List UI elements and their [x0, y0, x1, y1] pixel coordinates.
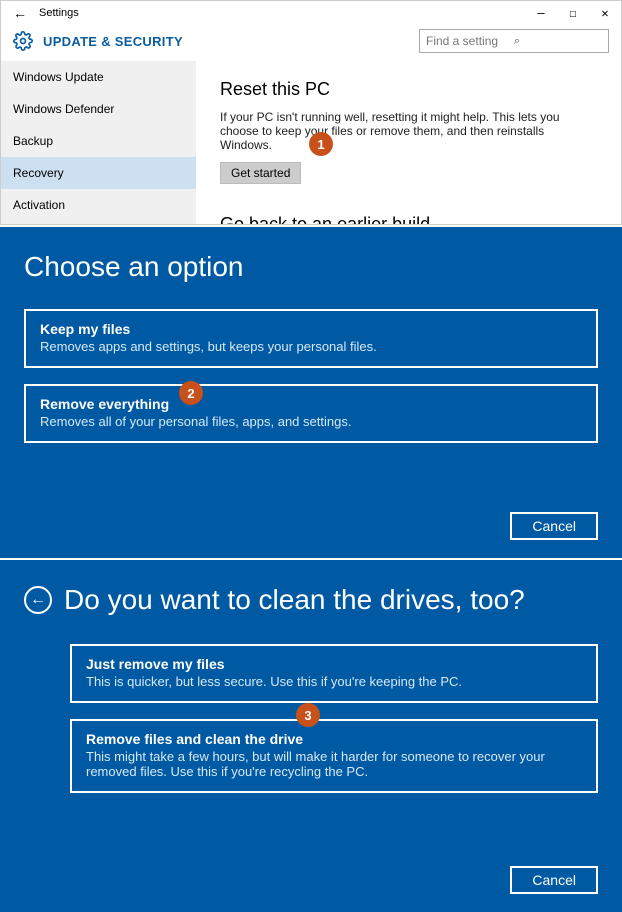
- titlebar: ← Settings — ☐ ✕: [1, 1, 621, 25]
- search-placeholder: Find a setting: [426, 34, 514, 48]
- option-remove-files-clean-drive[interactable]: Remove files and clean the drive This mi…: [70, 719, 598, 793]
- annotation-badge-3: 3: [296, 703, 320, 727]
- sidebar-item-windows-update[interactable]: Windows Update: [1, 61, 196, 93]
- cancel-button[interactable]: Cancel: [510, 866, 598, 894]
- reset-body: If your PC isn't running well, resetting…: [220, 110, 570, 152]
- choose-option-panel: Choose an option Keep my files Removes a…: [0, 225, 622, 558]
- option-title: Remove files and clean the drive: [86, 731, 582, 747]
- maximize-icon[interactable]: ☐: [557, 6, 589, 20]
- option-desc: Removes all of your personal files, apps…: [40, 414, 582, 429]
- annotation-badge-2: 2: [179, 381, 203, 405]
- option-just-remove-files[interactable]: Just remove my files This is quicker, bu…: [70, 644, 598, 703]
- search-icon: ⌕: [514, 35, 602, 48]
- gear-icon: [13, 31, 33, 51]
- back-circle-icon[interactable]: ←: [24, 586, 52, 614]
- goback-heading: Go back to an earlier build: [220, 214, 597, 224]
- cancel-button[interactable]: Cancel: [510, 512, 598, 540]
- option-desc: This is quicker, but less secure. Use th…: [86, 674, 582, 689]
- option-title: Remove everything: [40, 396, 582, 412]
- sidebar: Windows Update Windows Defender Backup R…: [1, 61, 196, 224]
- sidebar-item-backup[interactable]: Backup: [1, 125, 196, 157]
- main-pane: Reset this PC If your PC isn't running w…: [196, 61, 621, 224]
- window-title: Settings: [39, 7, 525, 19]
- sidebar-item-activation[interactable]: Activation: [1, 189, 196, 221]
- close-icon[interactable]: ✕: [589, 6, 621, 20]
- sidebar-item-recovery[interactable]: Recovery: [1, 157, 196, 189]
- header-row: UPDATE & SECURITY Find a setting ⌕: [1, 25, 621, 61]
- search-input[interactable]: Find a setting ⌕: [419, 29, 609, 53]
- option-remove-everything[interactable]: Remove everything Removes all of your pe…: [24, 384, 598, 443]
- settings-window: ← Settings — ☐ ✕ UPDATE & SECURITY Find …: [0, 0, 622, 225]
- choose-option-heading: Choose an option: [24, 251, 598, 283]
- minimize-icon[interactable]: —: [525, 6, 557, 20]
- get-started-button[interactable]: Get started: [220, 162, 301, 184]
- reset-heading: Reset this PC: [220, 79, 597, 100]
- clean-drives-heading: Do you want to clean the drives, too?: [64, 584, 525, 616]
- window-controls: — ☐ ✕: [525, 6, 621, 20]
- annotation-badge-1: 1: [309, 132, 333, 156]
- option-keep-my-files[interactable]: Keep my files Removes apps and settings,…: [24, 309, 598, 368]
- sidebar-item-for-developers[interactable]: For developers: [1, 221, 196, 224]
- panel2-header: ← Do you want to clean the drives, too?: [24, 584, 598, 616]
- page-title: UPDATE & SECURITY: [43, 34, 419, 49]
- option-desc: Removes apps and settings, but keeps you…: [40, 339, 582, 354]
- option-title: Just remove my files: [86, 656, 582, 672]
- sidebar-item-windows-defender[interactable]: Windows Defender: [1, 93, 196, 125]
- option-desc: This might take a few hours, but will ma…: [86, 749, 582, 779]
- clean-drives-panel: ← Do you want to clean the drives, too? …: [0, 558, 622, 912]
- back-arrow-icon[interactable]: ←: [13, 5, 27, 21]
- option-title: Keep my files: [40, 321, 582, 337]
